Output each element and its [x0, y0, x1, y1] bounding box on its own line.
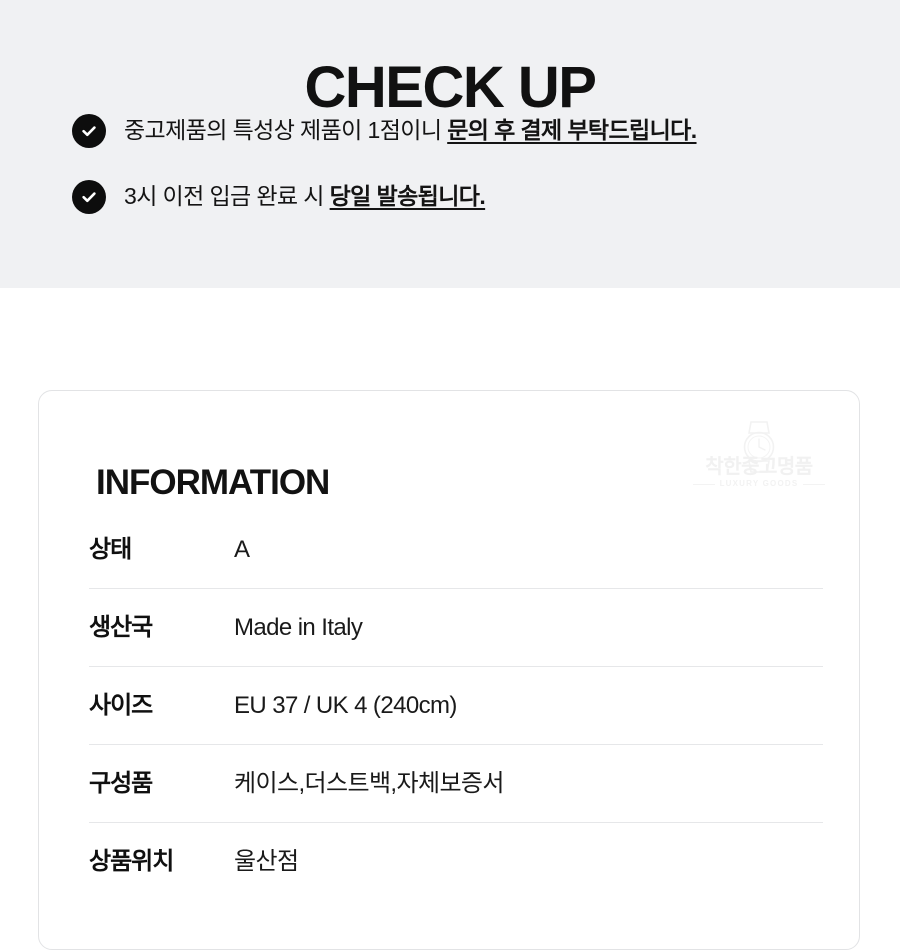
watermark-subtitle: LUXURY GOODS [719, 479, 799, 488]
row-value-state: A [234, 535, 250, 563]
row-value-size: EU 37 / UK 4 (240cm) [234, 691, 457, 719]
information-card: INFORMATION 착한중고명품 LUXURY GOODS 상태 A 생산국… [38, 390, 860, 950]
watermark-rule-left [692, 483, 715, 485]
table-row: 상태 A [89, 511, 823, 589]
information-table: 상태 A 생산국 Made in Italy 사이즈 EU 37 / UK 4 … [89, 511, 823, 901]
row-value-origin: Made in Italy [234, 613, 363, 641]
check-circle-icon [72, 114, 106, 148]
check-circle-icon [72, 180, 106, 214]
checkup-item-1-emphasis: 문의 후 결제 부탁드립니다. [447, 117, 697, 143]
row-label-location: 상품위치 [89, 848, 174, 875]
table-row: 생산국 Made in Italy [89, 589, 823, 667]
checkup-item-2-emphasis: 당일 발송됩니다. [329, 183, 486, 209]
row-label-origin: 생산국 [89, 613, 153, 641]
watermark-subtitle-row: LUXURY GOODS [691, 479, 827, 489]
wristwatch-icon [743, 421, 775, 473]
table-row: 상품위치 울산점 [89, 823, 823, 901]
checkup-item-1-plain: 중고제품의 특성상 제품이 1점이니 [124, 117, 448, 143]
checkup-item-2: 3시 이전 입금 완료 시 당일 발송됩니다. [72, 178, 862, 216]
checkup-item-2-plain: 3시 이전 입금 완료 시 [124, 183, 330, 209]
brand-watermark: 착한중고명품 LUXURY GOODS [691, 419, 827, 503]
watermark-brand-text: 착한중고명품 [705, 456, 813, 478]
row-value-location: 울산점 [234, 848, 299, 875]
checkup-item-1-text: 중고제품의 특성상 제품이 1점이니 문의 후 결제 부탁드립니다. [124, 112, 862, 148]
checkup-list: 중고제품의 특성상 제품이 1점이니 문의 후 결제 부탁드립니다. 3시 이전… [72, 112, 862, 244]
row-value-components: 케이스,더스트백,자체보증서 [234, 769, 505, 797]
row-label-size: 사이즈 [89, 691, 153, 719]
checkup-section: CHECK UP 중고제품의 특성상 제품이 1점이니 문의 후 결제 부탁드립… [0, 0, 900, 288]
product-detail-page: CHECK UP 중고제품의 특성상 제품이 1점이니 문의 후 결제 부탁드립… [0, 0, 900, 950]
row-label-state: 상태 [89, 535, 132, 563]
information-heading: INFORMATION [96, 463, 330, 503]
checkup-item-1: 중고제품의 특성상 제품이 1점이니 문의 후 결제 부탁드립니다. [72, 112, 862, 150]
checkup-item-2-text: 3시 이전 입금 완료 시 당일 발송됩니다. [124, 178, 862, 214]
row-label-components: 구성품 [89, 769, 153, 797]
table-row: 사이즈 EU 37 / UK 4 (240cm) [89, 667, 823, 745]
section-spacer [0, 288, 900, 390]
table-row: 구성품 케이스,더스트백,자체보증서 [89, 745, 823, 823]
watermark-rule-right [803, 483, 826, 485]
